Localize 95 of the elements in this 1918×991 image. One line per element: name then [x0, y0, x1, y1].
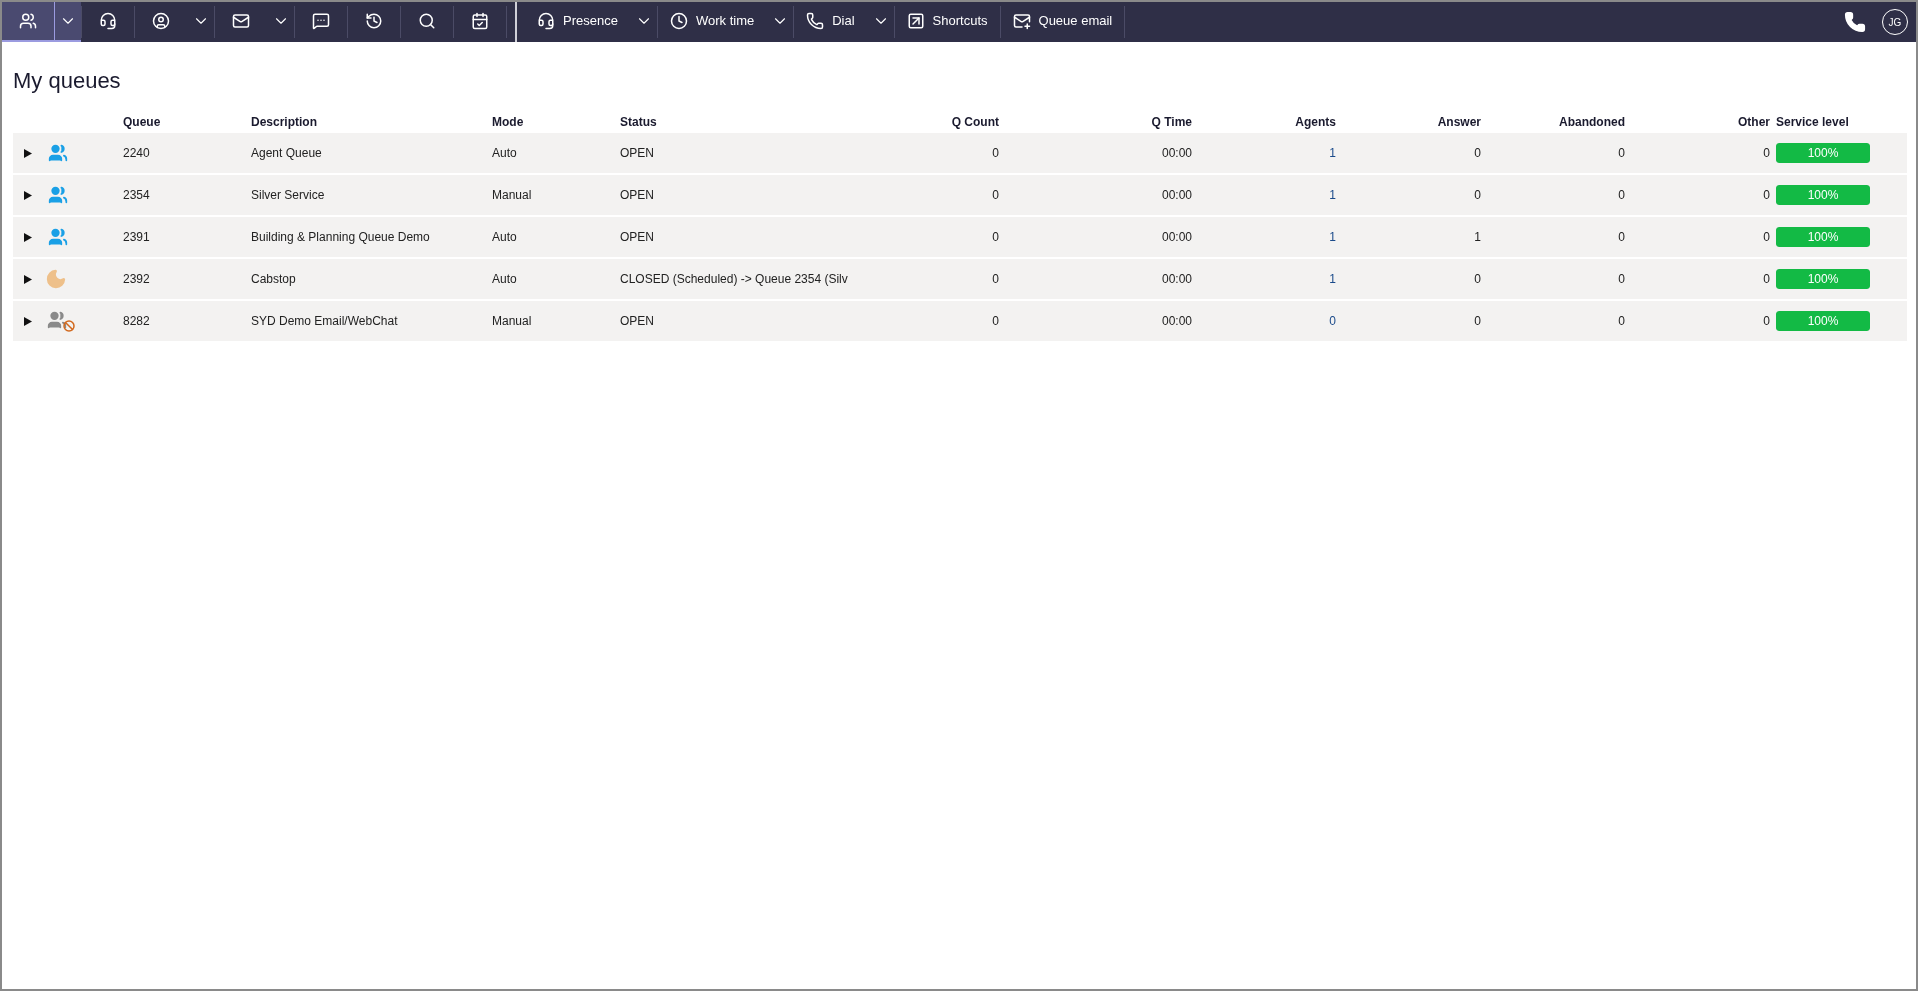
- table-cell: Agent Queue: [251, 146, 322, 160]
- phone-icon: [806, 12, 825, 30]
- table-cell: SYD Demo Email/WebChat: [251, 314, 398, 328]
- service-level-reading: 100%: [1806, 145, 1840, 162]
- table-cell: 00:00: [1161, 230, 1192, 244]
- table-cell: 0: [1329, 314, 1336, 328]
- table-cell: 0: [992, 272, 999, 286]
- page-title: My queues: [13, 67, 122, 95]
- table-cell: 0: [1763, 230, 1770, 244]
- headset-icon: [99, 12, 117, 30]
- table-cell: 0: [1763, 146, 1770, 160]
- calendar-check-icon: [471, 12, 489, 30]
- table-cell: 00:00: [1161, 272, 1192, 286]
- table-cell: 1: [1474, 230, 1481, 244]
- table-cell: 1: [1329, 146, 1336, 160]
- table-cell: 0: [1474, 188, 1481, 202]
- table-cell: 0: [1618, 230, 1625, 244]
- table-cell: 0: [992, 146, 999, 160]
- phone-icon: [1844, 11, 1866, 33]
- column-header: Answer: [1437, 115, 1481, 129]
- search-icon: [418, 12, 436, 30]
- table-row[interactable]: 8282 SYD Demo Email/WebChat Manual OPEN 0 00:00 0 0 0 0 100%: [13, 301, 1907, 341]
- dropdown-button[interactable]: [54, 2, 81, 42]
- table-cell: Auto: [492, 230, 517, 244]
- column-header: Agents: [1295, 115, 1336, 129]
- table-cell: 1: [1329, 230, 1336, 244]
- service-level-reading: 100%: [1806, 271, 1840, 288]
- table-cell: 0: [1618, 146, 1625, 160]
- table-cell: 0: [1618, 272, 1625, 286]
- table-cell: OPEN: [620, 314, 654, 328]
- headset-icon: [537, 12, 555, 30]
- service-level-reading: 100%: [1806, 313, 1840, 330]
- mail-plus-icon: [1012, 12, 1031, 30]
- team-blocked-icon: [45, 310, 75, 332]
- toolbar-button[interactable]: Presence: [525, 2, 630, 42]
- table-row[interactable]: 2354 Silver Service Manual OPEN 0 00:00 1 0 0 0 100%: [13, 175, 1907, 215]
- table-cell: 2240: [123, 146, 150, 160]
- table-cell: 0: [1763, 314, 1770, 328]
- table-cell: Auto: [492, 272, 517, 286]
- history-icon: [365, 12, 383, 30]
- column-header: Service level: [1776, 115, 1849, 129]
- table-cell: 0: [992, 230, 999, 244]
- table-cell: 8282: [123, 314, 150, 328]
- column-header: Q Time: [1151, 115, 1192, 129]
- table-cell: Manual: [492, 314, 532, 328]
- table-cell: Silver Service: [251, 188, 325, 202]
- table-cell: Cabstop: [251, 272, 296, 286]
- column-header: Other: [1738, 115, 1770, 129]
- service-level-reading: 100%: [1806, 229, 1840, 246]
- column-header: Queue: [123, 115, 161, 129]
- table-cell: Auto: [492, 146, 517, 160]
- table-cell: Building & Planning Queue Demo: [251, 230, 430, 244]
- table-cell: 2392: [123, 272, 150, 286]
- table-cell: 2354: [123, 188, 150, 202]
- table-cell: 0: [992, 188, 999, 202]
- table-cell: 0: [1763, 272, 1770, 286]
- toolbar-button[interactable]: Work time: [657, 2, 767, 42]
- toolbar-icon-button[interactable]: [2, 2, 54, 42]
- table-cell: OPEN: [620, 230, 654, 244]
- toolbar-button[interactable]: Dial: [794, 2, 867, 42]
- table-cell: 0: [1474, 146, 1481, 160]
- clock-icon: [669, 12, 688, 30]
- table-cell: 0: [1618, 188, 1625, 202]
- table-cell: CLOSED (Scheduled) -> Queue 2354 (Silv: [620, 272, 848, 286]
- table-cell: OPEN: [620, 146, 654, 160]
- table-cell: OPEN: [620, 188, 654, 202]
- table-cell: 00:00: [1161, 314, 1192, 328]
- table-cell: 0: [1474, 314, 1481, 328]
- column-header: Status: [620, 115, 657, 129]
- service-level-reading: 100%: [1806, 187, 1840, 204]
- table-cell: 00:00: [1161, 146, 1192, 160]
- moon-icon: [45, 268, 67, 290]
- table-cell: 1: [1329, 188, 1336, 202]
- table-row[interactable]: 2391 Building & Planning Queue Demo Auto OPEN 0 00:00 1 1 0 0 100%: [13, 217, 1907, 257]
- column-header: Mode: [492, 115, 524, 129]
- toolbar-button[interactable]: Queue email: [1000, 2, 1125, 42]
- user-circle-icon: [152, 12, 170, 30]
- table-row[interactable]: 2392 Cabstop Auto CLOSED (Scheduled) -> Queue 2354 (Silv 0 00:00 1 0 0 0 100%: [13, 259, 1907, 299]
- column-header: Abandoned: [1559, 115, 1625, 129]
- mail-icon: [232, 12, 250, 30]
- table-cell: 0: [1618, 314, 1625, 328]
- table-cell: 0: [1763, 188, 1770, 202]
- table-cell: 1: [1329, 272, 1336, 286]
- team-icon: [19, 12, 37, 30]
- table-row[interactable]: 2240 Agent Queue Auto OPEN 0 00:00 1 0 0 0 100%: [13, 133, 1907, 173]
- table-cell: 2391: [123, 230, 150, 244]
- table-cell: Manual: [492, 188, 532, 202]
- table-cell: 00:00: [1161, 188, 1192, 202]
- toolbar-button[interactable]: Shortcuts: [894, 2, 1000, 42]
- table-cell: 0: [992, 314, 999, 328]
- chat-icon: [312, 12, 330, 30]
- arrow-square-icon: [906, 12, 925, 30]
- table-cell: 0: [1474, 272, 1481, 286]
- column-header: Description: [251, 115, 317, 129]
- column-header: Q Count: [951, 115, 999, 129]
